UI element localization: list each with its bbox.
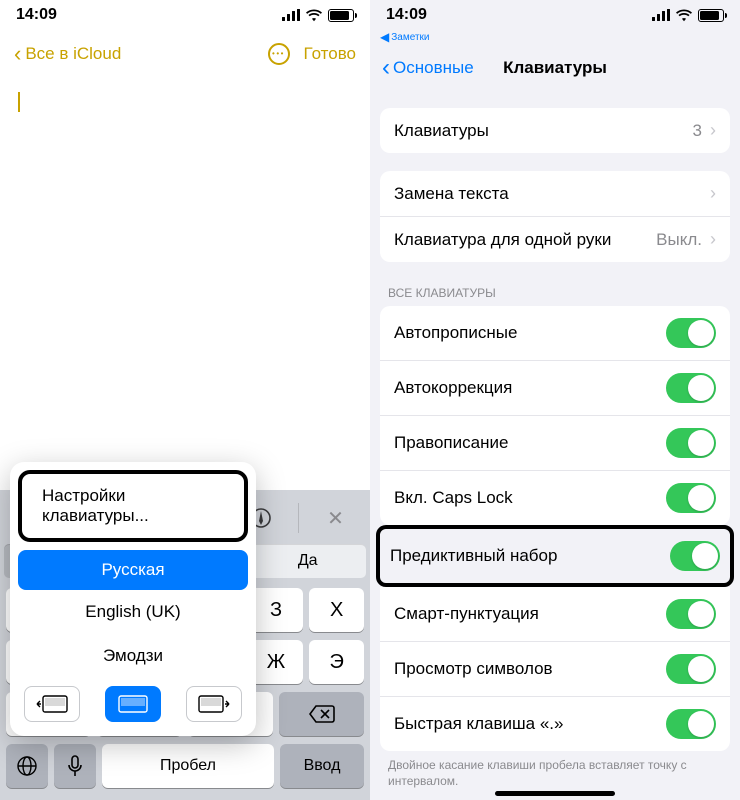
toggle-switch[interactable] (666, 483, 716, 513)
cellular-icon (282, 9, 300, 21)
battery-icon (698, 9, 724, 22)
toggle-switch[interactable] (666, 599, 716, 629)
back-label: Все в iCloud (25, 44, 121, 64)
cellular-icon (652, 9, 670, 21)
row-label: Правописание (394, 433, 508, 453)
lang-emoji[interactable]: Эмодзи (10, 634, 256, 678)
toggle-switch[interactable] (666, 318, 716, 348)
row-label: Быстрая клавиша «.» (394, 714, 563, 734)
chevron-left-icon: ◀ (380, 30, 389, 44)
row-label: Автокоррекция (394, 378, 512, 398)
settings-nav-bar: ‹ Основные Клавиатуры (370, 46, 740, 90)
back-button[interactable]: ‹ Основные (382, 56, 474, 80)
chevron-left-icon: ‹ (382, 56, 390, 80)
row-period-shortcut: Быстрая клавиша «.» (380, 697, 730, 751)
group-header-all-keyboards: ВСЕ КЛАВИАТУРЫ (370, 280, 740, 306)
row-label: Вкл. Caps Lock (394, 488, 513, 508)
one-hand-value: Выкл. (656, 230, 702, 250)
status-bar: 14:09 (0, 0, 370, 30)
toolbar-divider (298, 503, 299, 533)
wifi-icon (305, 9, 323, 22)
keyboard-mode-row (10, 678, 256, 726)
more-circle-icon[interactable]: ••• (268, 43, 290, 65)
wifi-icon (675, 9, 693, 22)
page-title: Клавиатуры (503, 58, 607, 78)
chevron-right-icon: › (710, 120, 716, 141)
battery-icon (328, 9, 354, 22)
keyboards-count: 3 (693, 121, 702, 141)
row-label: Предиктивный набор (390, 546, 557, 566)
home-indicator (495, 791, 615, 796)
toggle-switch[interactable] (670, 541, 720, 571)
text-cursor (18, 92, 20, 112)
return-key[interactable]: Ввод (280, 744, 364, 788)
space-key[interactable]: Пробел (102, 744, 274, 788)
row-label: Клавиатуры (394, 121, 489, 141)
status-icons (282, 9, 354, 22)
left-screenshot-notes: 14:09 ‹ Все в iCloud ••• Готово A (0, 0, 370, 800)
close-toolbar-icon[interactable]: ✕ (316, 501, 356, 535)
dictation-key[interactable] (54, 744, 96, 788)
highlighted-predictive-row: Предиктивный набор (376, 525, 734, 587)
globe-key[interactable] (6, 744, 48, 788)
notes-nav-bar: ‹ Все в iCloud ••• Готово (0, 30, 370, 78)
chevron-right-icon: › (710, 183, 716, 204)
toggle-switch[interactable] (666, 654, 716, 684)
done-button[interactable]: Готово (304, 44, 357, 64)
suggestion-3[interactable]: Да (249, 544, 366, 578)
settings-content: Клавиатуры 3 › Замена текста › Клавиатура… (370, 90, 740, 800)
key[interactable]: Ж (249, 640, 304, 684)
row-label: Просмотр символов (394, 659, 553, 679)
row-auto-caps: Автопрописные (380, 306, 730, 361)
toggle-switch[interactable] (666, 373, 716, 403)
key[interactable]: Х (309, 588, 364, 632)
breadcrumb-label: Заметки (391, 32, 429, 43)
back-to-folder-button[interactable]: ‹ Все в iCloud (14, 41, 121, 67)
lang-english-uk[interactable]: English (UK) (10, 590, 256, 634)
key[interactable]: Э (309, 640, 364, 684)
chevron-right-icon: › (710, 229, 716, 250)
kb-mode-full-icon[interactable] (105, 686, 161, 722)
back-label: Основные (393, 58, 474, 78)
toggle-switch[interactable] (666, 428, 716, 458)
status-icons (652, 9, 724, 22)
row-keyboards[interactable]: Клавиатуры 3 › (380, 108, 730, 153)
row-spellcheck: Правописание (380, 416, 730, 471)
row-label: Клавиатура для одной руки (394, 230, 611, 250)
kb-mode-left-icon[interactable] (24, 686, 80, 722)
footer-period-shortcut: Двойное касание клавиши пробела вставляе… (370, 751, 740, 789)
keyboard-settings-item[interactable]: Настройки клавиатуры... (18, 470, 248, 542)
row-caps-lock: Вкл. Caps Lock (380, 471, 730, 525)
row-predictive: Предиктивный набор (380, 529, 730, 583)
toggle-switch[interactable] (666, 709, 716, 739)
row-label: Смарт-пунктуация (394, 604, 539, 624)
status-time: 14:09 (386, 6, 427, 24)
key[interactable]: З (249, 588, 304, 632)
note-editor[interactable] (0, 78, 370, 490)
row-label: Автопрописные (394, 323, 517, 343)
status-bar: 14:09 (370, 0, 740, 30)
row-character-preview: Просмотр символов (380, 642, 730, 697)
row-text-replacement[interactable]: Замена текста › (380, 171, 730, 217)
kb-mode-right-icon[interactable] (186, 686, 242, 722)
keyboard-language-popup: Настройки клавиатуры... Русская English … (10, 462, 256, 736)
row-one-handed-keyboard[interactable]: Клавиатура для одной руки Выкл. › (380, 217, 730, 262)
row-smart-punctuation: Смарт-пунктуация (380, 587, 730, 642)
status-time: 14:09 (16, 6, 57, 24)
row-label: Замена текста (394, 184, 509, 204)
notes-nav-actions: ••• Готово (268, 43, 357, 65)
right-screenshot-settings: 14:09 ◀ Заметки ‹ Основные Клавиатуры Кл… (370, 0, 740, 800)
lang-russian[interactable]: Русская (18, 550, 248, 590)
breadcrumb-back-notes[interactable]: ◀ Заметки (370, 30, 740, 46)
keyboard-panel: Aa ✕ Я Да Ц У Н Ш З Х В (0, 490, 370, 800)
keyboard-bottom-row: Пробел Ввод (0, 740, 370, 800)
row-autocorrect: Автокоррекция (380, 361, 730, 416)
chevron-left-icon: ‹ (14, 41, 21, 67)
backspace-key[interactable] (279, 692, 364, 736)
